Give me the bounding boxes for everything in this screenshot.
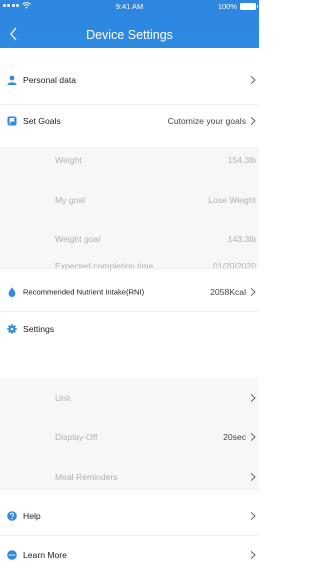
separator: [0, 104, 259, 105]
help-row[interactable]: Help: [0, 505, 259, 527]
completion-time-row: Expected completion time 01/20/2020: [0, 255, 259, 277]
chevron-right-icon: [250, 116, 256, 126]
weight-row: Weight 154.3lb: [0, 149, 259, 171]
chevron-right-icon: [250, 511, 256, 521]
separator: [0, 268, 259, 269]
separator: [0, 489, 259, 490]
status-right: 100%: [217, 2, 258, 11]
display-off-row[interactable]: Display-Off 20sec: [0, 426, 259, 448]
completion-time-value: 01/20/2020: [212, 261, 256, 271]
person-icon: [7, 75, 17, 85]
more-icon: [7, 550, 17, 560]
set-goals-row[interactable]: Set Goals Cutomize your goals: [0, 110, 259, 132]
personal-data-label: Personal data: [23, 75, 77, 85]
help-icon: [7, 511, 17, 521]
learn-more-row[interactable]: Learn More: [0, 544, 259, 566]
personal-data-row[interactable]: Personal data: [0, 69, 259, 91]
set-goals-value: Cutomize your goals: [167, 116, 246, 126]
display-off-label: Display-Off: [55, 432, 98, 442]
chevron-right-icon: [250, 287, 256, 297]
weight-goal-value: 143.3lb: [227, 234, 256, 244]
settings-row[interactable]: Settings: [0, 318, 259, 340]
meal-reminders-label: Meal Reminders: [55, 472, 118, 482]
chevron-right-icon: [250, 75, 256, 85]
battery-percent: 100%: [217, 2, 237, 11]
gear-icon: [7, 324, 17, 334]
rni-value: 2058Kcal: [210, 287, 246, 297]
goals-icon: [7, 116, 17, 126]
settings-label: Settings: [23, 324, 55, 334]
weight-goal-row: Weight goal 143.3lb: [0, 228, 259, 250]
chevron-right-icon: [250, 393, 256, 403]
display-off-value: 20sec: [223, 432, 246, 442]
unit-row[interactable]: Unit: [0, 387, 259, 409]
help-label: Help: [23, 511, 41, 521]
chevron-right-icon: [250, 432, 256, 442]
set-goals-label: Set Goals: [23, 116, 61, 126]
drop-icon: [8, 287, 16, 297]
separator: [0, 535, 259, 536]
separator: [0, 311, 259, 312]
my-goal-row: My goal Lose Weight: [0, 189, 259, 211]
rni-row[interactable]: Recommended Nutrient Intake(RNI) 2058Kca…: [0, 281, 259, 303]
weight-goal-label: Weight goal: [55, 234, 101, 244]
weight-label: Weight: [55, 155, 82, 165]
status-bar: 9:41 AM 100%: [0, 0, 259, 14]
page-title: Device Settings: [86, 28, 173, 42]
battery-icon: [240, 3, 258, 10]
rni-label: Recommended Nutrient Intake(RNI): [23, 287, 145, 297]
meal-reminders-row[interactable]: Meal Reminders: [0, 466, 259, 488]
chevron-right-icon: [250, 472, 256, 482]
chevron-right-icon: [250, 550, 256, 560]
completion-time-label: Expected completion time: [55, 261, 154, 271]
unit-label: Unit: [55, 393, 71, 403]
my-goal-label: My goal: [55, 195, 86, 205]
weight-value: 154.3lb: [227, 155, 256, 165]
header-bar: 9:41 AM 100% Device Settings: [0, 0, 259, 48]
learn-more-label: Learn More: [23, 550, 67, 560]
my-goal-value: Lose Weight: [208, 195, 256, 205]
